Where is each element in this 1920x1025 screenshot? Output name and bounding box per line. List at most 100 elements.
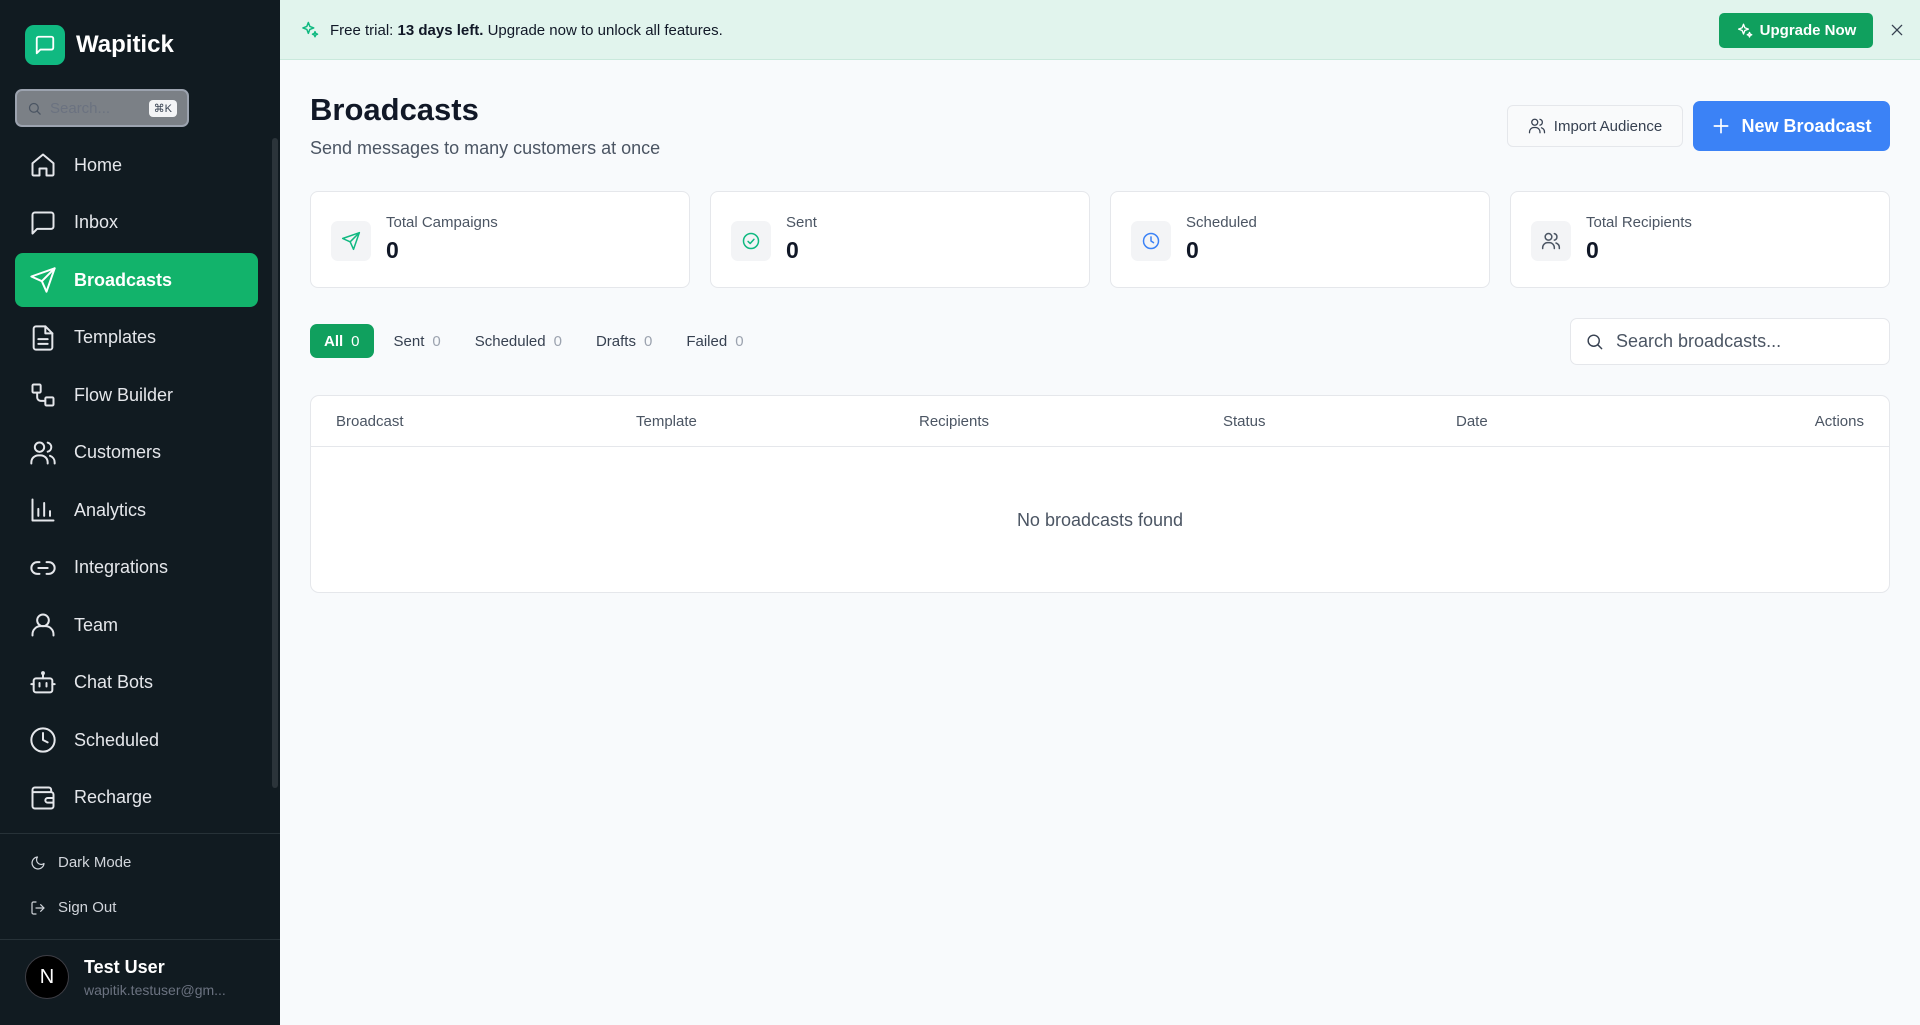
stat-label: Total Recipients: [1586, 214, 1692, 231]
tab-label: Drafts: [595, 332, 636, 350]
stat-card-total-campaigns: Total Campaigns 0: [310, 191, 690, 288]
tab-label: Failed: [686, 332, 728, 350]
wallet-icon: [31, 786, 55, 809]
brand-name: Wapitick: [76, 31, 174, 58]
sidebar-item-templates[interactable]: Templates: [15, 311, 258, 365]
close-icon: [1891, 24, 1903, 36]
sign-out-label: Sign Out: [58, 899, 117, 916]
home-icon: [31, 153, 55, 177]
search-broadcasts-input[interactable]: [1616, 331, 1876, 352]
stat-value: 0: [1586, 237, 1599, 263]
sidebar-item-recharge[interactable]: Recharge: [15, 771, 258, 825]
tab-count: 0: [351, 332, 360, 350]
divider: [0, 939, 280, 940]
check-circle-icon: [731, 221, 771, 261]
search-shortcut-badge: ⌘K: [148, 99, 177, 117]
stat-label: Sent: [786, 214, 817, 231]
upgrade-now-button[interactable]: Upgrade Now: [1719, 13, 1873, 48]
page-subtitle: Send messages to many customers at once: [310, 138, 661, 158]
tab-failed[interactable]: Failed 0: [672, 324, 757, 358]
close-banner-button[interactable]: [1885, 18, 1909, 42]
tab-sent[interactable]: Sent 0: [380, 324, 455, 358]
clock-icon: [30, 727, 56, 753]
user-info: Test User wapitik.testuser@gm...: [84, 957, 226, 998]
column-header-broadcast[interactable]: Broadcast: [336, 413, 404, 430]
inbox-icon: [31, 211, 55, 234]
sidebar-item-team[interactable]: Team: [15, 598, 258, 652]
tab-label: Sent: [393, 332, 425, 350]
user-profile[interactable]: N Test User wapitik.testuser@gm...: [25, 955, 226, 999]
sidebar-item-analytics[interactable]: Analytics: [15, 483, 258, 537]
stat-value: 0: [386, 237, 399, 263]
bot-icon: [30, 670, 56, 693]
users-icon: [1528, 118, 1545, 134]
link-icon: [30, 560, 56, 575]
sidebar-nav: Home Inbox Broadcasts Templates Flow Bui…: [15, 138, 258, 828]
sidebar-item-label: Integrations: [74, 557, 169, 577]
moon-icon: [31, 855, 45, 870]
sparkles-icon: [1737, 23, 1753, 38]
stat-card-scheduled: Scheduled 0: [1110, 191, 1490, 288]
sidebar-item-label: Broadcasts: [74, 269, 173, 290]
tab-scheduled[interactable]: Scheduled 0: [461, 324, 576, 358]
empty-state-message: No broadcasts found: [1016, 510, 1184, 530]
tab-label: All: [324, 332, 344, 350]
avatar: N: [25, 955, 69, 999]
sidebar-item-inbox[interactable]: Inbox: [15, 196, 258, 250]
import-audience-label: Import Audience: [1553, 117, 1663, 135]
new-broadcast-button[interactable]: New Broadcast: [1693, 101, 1890, 151]
tab-label: Scheduled: [474, 332, 546, 350]
trial-suffix: Upgrade now to unlock all features.: [487, 21, 723, 39]
upgrade-now-label: Upgrade Now: [1759, 22, 1857, 39]
table-header: Broadcast Template Recipients Status Dat…: [311, 396, 1889, 447]
sidebar-item-label: Analytics: [74, 499, 147, 520]
column-header-status[interactable]: Status: [1223, 413, 1266, 430]
new-broadcast-label: New Broadcast: [1741, 115, 1872, 136]
sidebar: Wapitick Search... ⌘K Home Inbox Broadca…: [0, 0, 280, 1025]
import-audience-button[interactable]: Import Audience: [1507, 105, 1683, 147]
clock-icon: [1131, 221, 1171, 261]
search-broadcasts-field[interactable]: [1570, 318, 1890, 365]
trial-days-left: 13 days left.: [397, 21, 484, 39]
tab-count: 0: [735, 332, 744, 350]
sidebar-item-label: Templates: [74, 327, 157, 347]
column-header-actions: Actions: [1814, 413, 1864, 430]
sidebar-item-label: Flow Builder: [74, 384, 174, 405]
send-icon: [30, 267, 56, 293]
tab-count: 0: [432, 332, 441, 350]
sidebar-item-label: Inbox: [74, 212, 119, 232]
tab-drafts[interactable]: Drafts 0: [582, 324, 666, 358]
sidebar-scrollbar[interactable]: [272, 138, 278, 788]
bar-chart-icon: [31, 498, 55, 522]
sidebar-item-customers[interactable]: Customers: [15, 426, 258, 480]
sidebar-item-label: Recharge: [74, 787, 153, 807]
plus-icon: [1713, 118, 1729, 134]
broadcasts-table: Broadcast Template Recipients Status Dat…: [310, 395, 1890, 593]
sidebar-item-label: Scheduled: [74, 729, 160, 750]
tab-all[interactable]: All 0: [310, 324, 374, 358]
sidebar-item-integrations[interactable]: Integrations: [15, 541, 258, 595]
dark-mode-toggle[interactable]: Dark Mode: [30, 854, 131, 871]
page-title: Broadcasts: [310, 92, 479, 127]
stat-value: 0: [1186, 237, 1199, 263]
brand[interactable]: Wapitick: [25, 25, 174, 65]
sidebar-search-input[interactable]: Search... ⌘K: [15, 89, 189, 127]
file-text-icon: [32, 324, 54, 351]
log-out-icon: [31, 900, 45, 915]
column-header-date[interactable]: Date: [1456, 413, 1488, 430]
search-icon: [1587, 334, 1603, 350]
column-header-template[interactable]: Template: [636, 413, 697, 430]
sidebar-item-scheduled[interactable]: Scheduled: [15, 713, 258, 767]
send-icon: [331, 221, 371, 261]
sidebar-item-label: Home: [74, 154, 123, 175]
sidebar-item-home[interactable]: Home: [15, 138, 258, 192]
sidebar-item-broadcasts[interactable]: Broadcasts: [15, 253, 258, 307]
trial-prefix: Free trial:: [330, 21, 394, 39]
chat-bubble-icon: [25, 25, 65, 65]
column-header-recipients[interactable]: Recipients: [919, 413, 989, 430]
sidebar-item-flow-builder[interactable]: Flow Builder: [15, 368, 258, 422]
users-icon: [30, 441, 56, 464]
sidebar-item-chat-bots[interactable]: Chat Bots: [15, 656, 258, 710]
divider: [0, 833, 280, 834]
sign-out-button[interactable]: Sign Out: [30, 899, 116, 916]
